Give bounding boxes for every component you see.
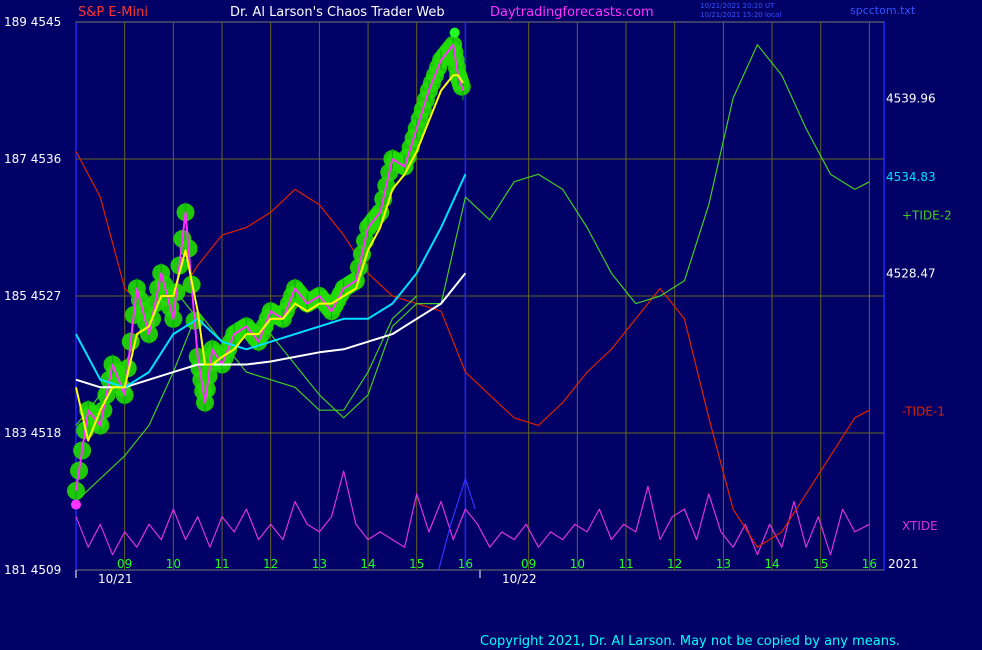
x-hour-label: 09: [521, 557, 536, 571]
x-hour-label: 11: [214, 557, 229, 571]
instrument-title: S&P E-Mini: [78, 5, 148, 20]
x-hour-label: 15: [813, 557, 828, 571]
y-tick-label: 189 4545: [4, 15, 61, 29]
chart-grid: [75, 21, 885, 571]
file-label: spcctom.txt: [850, 4, 916, 17]
x-hour-label: 15: [409, 557, 424, 571]
date-label: 10/22: [502, 572, 537, 586]
right-value-label: 4534.83: [886, 170, 936, 184]
x-hour-label: 13: [716, 557, 731, 571]
chart-canvas: 189 4545 187 4536 185 4527 183 4518 181 4509…: [4, 15, 952, 586]
x-hour-label: 16: [862, 557, 877, 571]
chart-series: [67, 27, 870, 571]
copyright-notice: Copyright 2021, Dr. Al Larson. May not b…: [480, 634, 900, 649]
year-label: 2021: [888, 557, 919, 571]
utc-timestamp: 10/21/2021 20:20 UT: [700, 2, 775, 10]
x-hour-label: 09: [117, 557, 132, 571]
x-hour-label: 13: [312, 557, 327, 571]
x-hour-label: 10: [166, 557, 181, 571]
y-tick-label: 185 4527: [4, 289, 61, 303]
x-hour-label: 16: [458, 557, 473, 571]
y-tick-label: 183 4518: [4, 426, 61, 440]
y-tick-label: 181 4509: [4, 563, 61, 577]
x-hour-label: 14: [764, 557, 779, 571]
local-timestamp: 10/21/2021 15:20 local: [700, 11, 782, 19]
x-hour-label: 11: [618, 557, 633, 571]
series-label: XTIDE: [902, 519, 938, 533]
date-label: 10/21: [98, 572, 133, 586]
author-title: Dr. Al Larson's Chaos Trader Web: [230, 5, 445, 20]
x-hour-label: 12: [667, 557, 682, 571]
series-label: -TIDE-1: [902, 405, 945, 419]
x-hour-label: 10: [570, 557, 585, 571]
right-value-label: 4539.96: [886, 92, 936, 106]
high-dot: [449, 27, 460, 38]
price-line: [75, 43, 464, 491]
x-hour-label: 12: [263, 557, 278, 571]
xtide-line: [75, 470, 870, 556]
low-dot: [71, 499, 81, 510]
fast-ma-line: [75, 74, 464, 442]
series-label: +TIDE-2: [902, 208, 952, 222]
y-tick-label: 187 4536: [4, 152, 61, 166]
site-link[interactable]: Daytradingforecasts.com: [490, 5, 654, 20]
right-value-label: 4528.47: [886, 267, 936, 281]
x-hour-label: 14: [360, 557, 375, 571]
